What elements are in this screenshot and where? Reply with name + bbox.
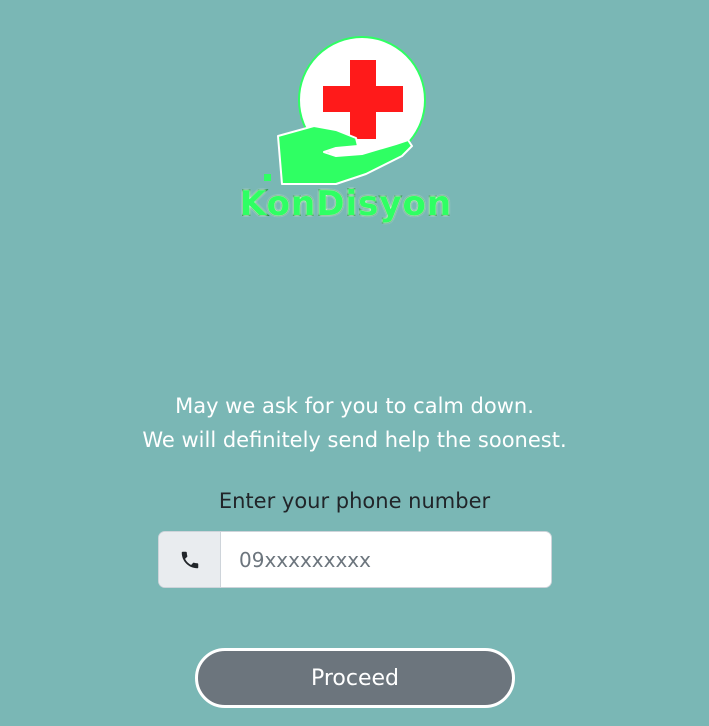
message-line-1: May we ask for you to calm down.	[175, 394, 534, 418]
phone-number-input[interactable]	[221, 532, 551, 587]
reassurance-message: May we ask for you to calm down. We will…	[0, 389, 709, 457]
phone-input-group	[158, 531, 552, 588]
brand-name: KonDisyon	[239, 183, 453, 225]
brand-logo: KonDisyon	[186, 34, 506, 230]
message-line-2: We will definitely send help the soonest…	[142, 428, 567, 452]
phone-label: Enter your phone number	[218, 489, 491, 513]
proceed-button[interactable]: Proceed	[195, 648, 515, 708]
phone-icon	[159, 532, 221, 587]
